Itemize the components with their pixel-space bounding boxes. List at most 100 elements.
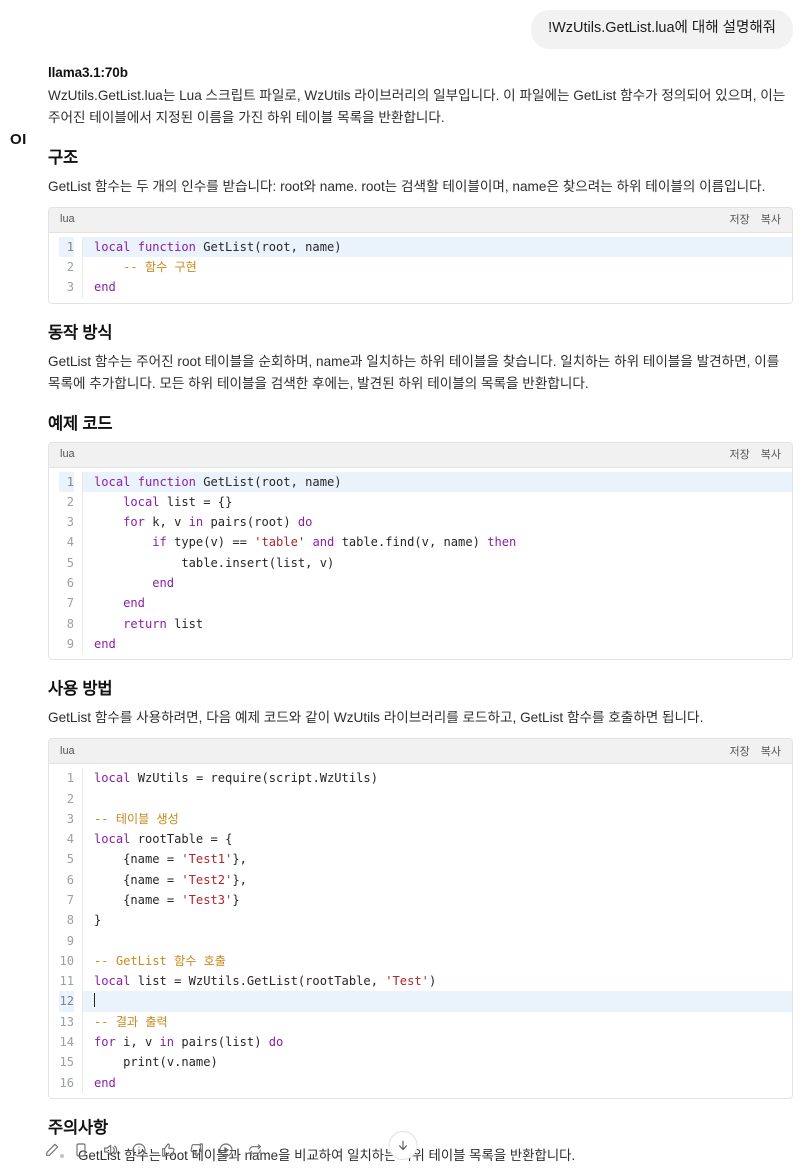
code-line-number: 13 (59, 1014, 74, 1029)
user-message-row: !WzUtils.GetList.lua에 대해 설명해줘 (0, 0, 805, 49)
code-line-numbers: 1 2 3 4 5 6 7 8 9 10 11 12 13 14 15 16 (49, 768, 83, 1093)
code-line-number: 16 (59, 1075, 74, 1090)
code-line-number: 1 (66, 771, 74, 786)
code-line-number: 3 (66, 515, 74, 530)
code-line-numbers: 1 2 3 (49, 236, 83, 298)
code-line: end (94, 280, 116, 295)
section-heading-example: 예제 코드 (48, 414, 113, 433)
section-paragraph-behavior: GetList 함수는 주어진 root 테이블을 순회하며, name과 일치… (48, 353, 780, 391)
code-block: lua 저장 복사 1 2 3 local function GetList(roo… (48, 206, 793, 304)
thumbs-down-icon[interactable] (189, 1142, 205, 1158)
code-block-actions: 저장 복사 (730, 211, 782, 227)
code-line-numbers: 1 2 3 4 5 6 7 8 9 (49, 471, 83, 655)
thumbs-up-icon[interactable] (160, 1142, 176, 1158)
code-line-number: 9 (66, 933, 74, 948)
code-block-body[interactable]: 1 2 3 4 5 6 7 8 9 10 11 12 13 14 15 16 local WzUtils = … (49, 764, 792, 1098)
section-heading-behavior: 동작 방식 (48, 323, 113, 342)
code-line: {name = 'Test3'} (123, 893, 240, 907)
code-line: {name = 'Test2'}, (123, 872, 247, 887)
code-line-number: 8 (66, 616, 74, 631)
code-line: local list = {} (123, 494, 233, 509)
copy-icon[interactable] (73, 1142, 89, 1158)
code-block: lua 저장 복사 1 2 3 4 5 6 7 8 9 local function GetLi… (48, 441, 793, 661)
code-line-number: 2 (66, 259, 74, 274)
code-line-number: 2 (66, 791, 74, 806)
code-line: end (123, 596, 145, 611)
code-line: -- 함수 구현 (94, 259, 197, 274)
code-line: local list = WzUtils.GetList(rootTable, … (94, 974, 437, 989)
code-line (83, 991, 792, 1012)
code-line-number: 14 (59, 1035, 74, 1050)
code-block: lua 저장 복사 1 2 3 4 5 6 7 8 9 10 11 12 13 14 15 16 local … (48, 738, 793, 1099)
code-line-number: 7 (66, 893, 74, 907)
code-block-body[interactable]: 1 2 3 local function GetList(root, name) -… (49, 232, 792, 303)
model-name-label: llama3.1:70b (48, 64, 128, 80)
code-copy-button[interactable]: 복사 (761, 446, 781, 462)
code-line: end (152, 576, 175, 591)
code-block-body[interactable]: 1 2 3 4 5 6 7 8 9 local function GetList(root, n… (49, 467, 792, 660)
code-save-button[interactable]: 저장 (730, 211, 750, 227)
code-line-number: 1 (59, 236, 74, 257)
code-line-number: 6 (66, 576, 74, 591)
code-line-number: 8 (66, 913, 74, 928)
code-block-actions: 저장 복사 (730, 446, 782, 462)
code-line-number: 1 (59, 471, 74, 492)
code-block-header: lua 저장 복사 (49, 442, 792, 468)
code-line: table.insert(list, v) (181, 555, 335, 570)
code-block-actions: 저장 복사 (730, 743, 782, 759)
code-line: local rootTable = { (94, 832, 233, 847)
section-heading-cautions: 주의사항 (48, 1118, 108, 1137)
code-line-number: 10 (59, 953, 74, 968)
code-language-label: lua (60, 448, 75, 461)
section-heading-usage: 사용 방법 (48, 680, 113, 699)
code-line-number: 4 (66, 535, 74, 550)
code-line-number: 7 (66, 596, 74, 611)
code-line-number: 12 (59, 991, 74, 1012)
assistant-message: OI llama3.1:70b WzUtils.GetList.lua는 Lua… (0, 49, 805, 1168)
code-block-header: lua 저장 복사 (49, 207, 792, 233)
code-line-number: 4 (66, 832, 74, 847)
code-line: local WzUtils = require(script.WzUtils) (94, 771, 378, 786)
speaker-read-aloud-icon[interactable] (102, 1142, 118, 1158)
code-line-number: 6 (66, 872, 74, 887)
code-save-button[interactable]: 저장 (730, 743, 750, 759)
code-lines[interactable]: local function GetList(root, name) local… (83, 471, 792, 655)
code-line-number: 9 (66, 636, 74, 651)
code-line-number: 5 (66, 555, 74, 570)
code-copy-button[interactable]: 복사 (761, 743, 781, 759)
user-message-bubble[interactable]: !WzUtils.GetList.lua에 대해 설명해줘 (531, 10, 793, 49)
code-line-number: 11 (59, 974, 74, 989)
info-icon[interactable] (131, 1142, 147, 1158)
code-language-label: lua (60, 744, 75, 757)
edit-pencil-icon[interactable] (44, 1142, 60, 1158)
code-line: print(v.name) (123, 1055, 218, 1070)
section-heading-structure: 구조 (48, 148, 78, 167)
code-line: end (94, 1075, 116, 1090)
code-lines[interactable]: local WzUtils = require(script.WzUtils) … (83, 768, 792, 1093)
code-line: return list (123, 616, 204, 631)
code-lines[interactable]: local function GetList(root, name) -- 함수… (83, 236, 792, 298)
code-save-button[interactable]: 저장 (730, 446, 750, 462)
message-action-toolbar (44, 1142, 263, 1158)
scroll-to-bottom-button[interactable] (388, 1131, 417, 1160)
code-line-number: 15 (59, 1055, 74, 1070)
section-paragraph-usage: GetList 함수를 사용하려면, 다음 예제 코드와 같이 WzUtils … (48, 710, 704, 726)
intro-paragraph: WzUtils.GetList.lua는 Lua 스크립트 파일로, WzUti… (48, 87, 786, 125)
code-line: if type(v) == 'table' and table.find(v, … (152, 535, 517, 550)
continue-play-icon[interactable] (218, 1142, 234, 1158)
regenerate-refresh-icon[interactable] (247, 1142, 263, 1158)
code-copy-button[interactable]: 복사 (761, 211, 781, 227)
code-line: end (94, 636, 116, 651)
code-line: -- GetList 함수 호출 (94, 953, 226, 968)
code-line-number: 2 (66, 494, 74, 509)
code-line-number: 3 (66, 811, 74, 826)
code-line: -- 결과 출력 (94, 1014, 168, 1029)
code-line: for k, v in pairs(root) do (123, 515, 313, 530)
code-line: -- 테이블 생성 (94, 811, 179, 826)
code-line-number: 5 (66, 852, 74, 867)
section-paragraph-structure: GetList 함수는 두 개의 인수를 받습니다: root와 name. r… (48, 178, 766, 194)
code-line: } (94, 913, 102, 928)
chat-page: !WzUtils.GetList.lua에 대해 설명해줘 OI llama3.… (0, 0, 805, 1168)
